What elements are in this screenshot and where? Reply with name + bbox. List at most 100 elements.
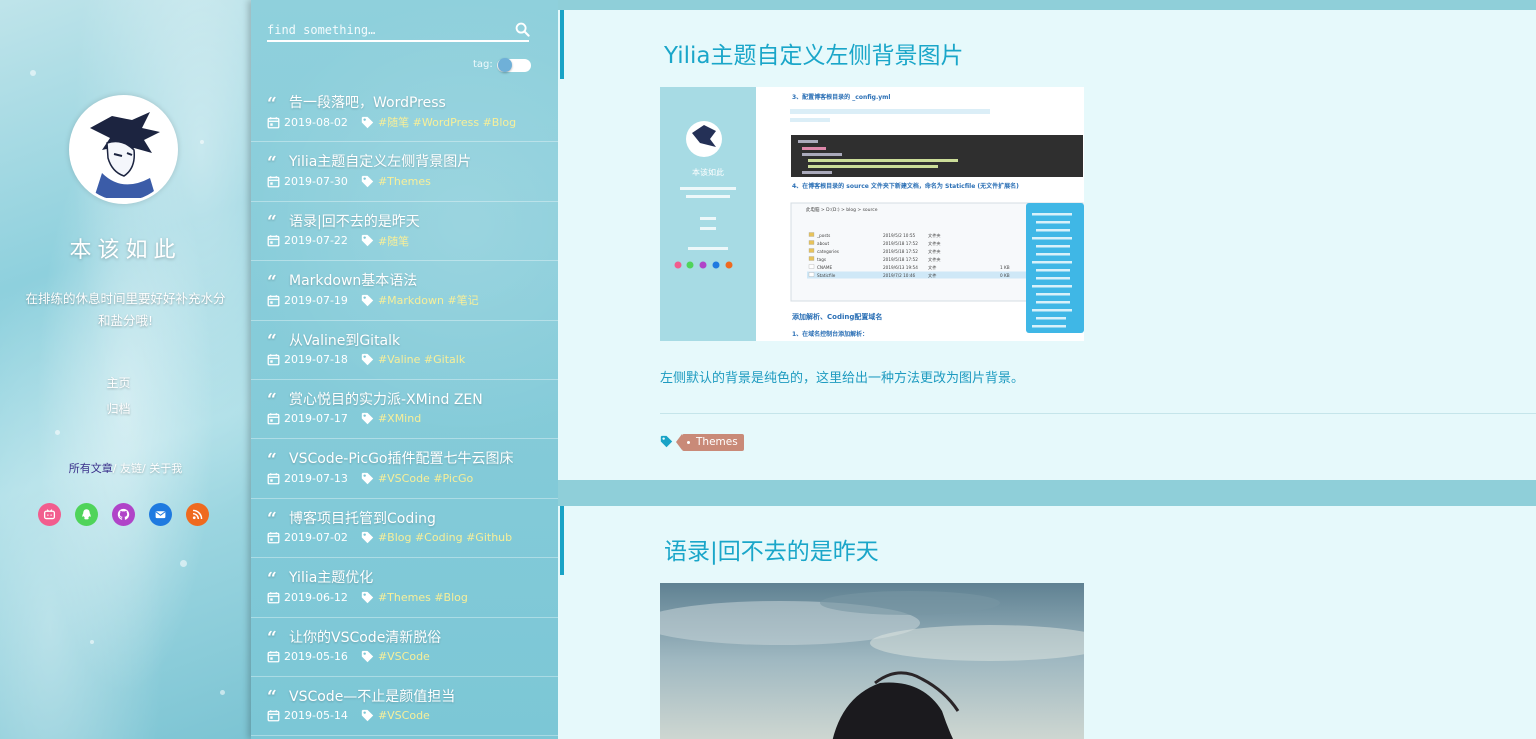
social-links — [38, 503, 209, 526]
post-date: 2019-07-22 — [284, 234, 348, 248]
post-title[interactable]: 赏心悦目的实力派-XMind ZEN — [289, 389, 483, 409]
post-list-panel: tag: “ 告一段落吧，WordPress 2019-08-02 #随笔 #Word… — [251, 0, 558, 739]
post-title[interactable]: 博客项目托管到Coding — [289, 508, 436, 528]
thumb-file-date: 2019/5/18 17:52 — [883, 241, 918, 246]
search-icon[interactable] — [515, 22, 530, 37]
post-title[interactable]: VSCode—不止是颜值担当 — [289, 686, 455, 706]
article-tag-themes[interactable]: Themes — [676, 434, 744, 451]
calendar-icon — [267, 354, 280, 366]
mail-button[interactable] — [149, 503, 172, 526]
post-list-item[interactable]: “ 语录|回不去的是昨天 2019-07-22 #随笔 — [251, 202, 558, 262]
nav-link-archive[interactable]: 归档 — [0, 400, 237, 417]
link-all-posts[interactable]: 所有文章 — [69, 462, 113, 475]
post-tags[interactable]: #随笔 #WordPress #Blog — [378, 114, 516, 130]
tag-toggle-label: tag: — [473, 59, 493, 70]
post-date: 2019-05-14 — [284, 709, 348, 723]
article-title[interactable]: Yilia主题自定义左侧背景图片 — [664, 36, 964, 70]
post-list-item[interactable]: “ Yilia主题优化 2019-06-12 #Themes #Blog — [251, 558, 558, 618]
post-meta-row: 2019-06-12 #Themes #Blog — [267, 587, 558, 607]
thumb-file-name: Staticfile — [817, 273, 836, 278]
nav-link-home[interactable]: 主页 — [0, 374, 237, 391]
thumb-file-name: tags — [817, 257, 826, 262]
search-input[interactable] — [267, 20, 529, 42]
thumb-file-type: 文件夹 — [928, 256, 941, 263]
tag-icon — [361, 353, 374, 366]
post-date: 2019-07-17 — [284, 412, 348, 426]
thumb-file-name: _posts — [816, 233, 830, 238]
post-date: 2019-06-12 — [284, 590, 348, 604]
thumb-file-type: 文件 — [928, 272, 936, 279]
post-tags[interactable]: #Themes #Blog — [378, 591, 468, 604]
file-icon — [808, 264, 815, 269]
post-date: 2019-08-02 — [284, 115, 348, 129]
post-list-item[interactable]: “ 告一段落吧，WordPress 2019-08-02 #随笔 #WordPress… — [251, 83, 558, 143]
post-title[interactable]: Yilia主题优化 — [289, 567, 373, 587]
post-title-row: “ 博客项目托管到Coding — [267, 508, 558, 529]
sparkle-decoration — [55, 430, 60, 435]
post-list-item[interactable]: “ 赏心悦目的实力派-XMind ZEN 2019-07-17 #XMind — [251, 380, 558, 440]
post-list-item[interactable]: “ Yilia主题自定义左侧背景图片 2019-07-30 #Themes — [251, 142, 558, 202]
site-title[interactable]: 本该如此 — [0, 232, 251, 264]
github-button[interactable] — [112, 503, 135, 526]
sparkle-decoration — [30, 70, 36, 76]
folder-icon — [808, 240, 815, 245]
post-title[interactable]: Yilia主题自定义左侧背景图片 — [289, 151, 471, 171]
post-title[interactable]: VSCode-PicGo插件配置七牛云图床 — [289, 448, 514, 468]
post-tags[interactable]: #VSCode #PicGo — [378, 472, 473, 485]
thumb-file-highlight — [807, 271, 1026, 279]
post-date: 2019-07-13 — [284, 471, 348, 485]
post-title-row: “ 告一段落吧，WordPress — [267, 92, 558, 114]
post-title[interactable]: 语录|回不去的是昨天 — [289, 211, 420, 231]
tag-toggle-switch[interactable] — [497, 58, 531, 72]
rss-button[interactable] — [186, 503, 209, 526]
post-date: 2019-05-16 — [284, 650, 348, 664]
article-title[interactable]: 语录|回不去的是昨天 — [664, 532, 879, 566]
bilibili-button[interactable] — [38, 503, 61, 526]
post-meta-row: 2019-08-02 #随笔 #WordPress #Blog — [267, 112, 558, 132]
post-tags[interactable]: #VSCode — [378, 650, 430, 663]
thumb-file-type: 文件 — [928, 264, 936, 271]
post-list-item[interactable]: “ VSCode-PicGo插件配置七牛云图床 2019-07-13 #VSCode … — [251, 439, 558, 499]
post-list-item[interactable]: “ VSCode—不止是颜值担当 2019-05-14 #VSCode — [251, 677, 558, 737]
tag-icon — [361, 413, 374, 425]
article-thumbnail[interactable] — [660, 583, 1084, 739]
post-title-row: “ 语录|回不去的是昨天 — [267, 211, 558, 233]
post-meta-row: 2019-05-14 #VSCode — [267, 706, 558, 726]
link-friends-about[interactable]: / 友链/ 关于我 — [113, 462, 182, 475]
calendar-icon — [267, 473, 280, 485]
article-thumbnail[interactable]: 本该如此 3、配置博客根目录的 _config.yml 4、在博客根目录的 so… — [660, 87, 1084, 341]
post-title-row: “ VSCode—不止是颜值担当 — [267, 686, 558, 707]
post-title-row: “ VSCode-PicGo插件配置七牛云图床 — [267, 448, 558, 470]
post-title[interactable]: 让你的VSCode清新脱俗 — [289, 627, 441, 647]
avatar-illustration — [72, 98, 175, 201]
sparkle-decoration — [90, 640, 94, 644]
post-list-item[interactable]: “ 让你的VSCode清新脱俗 2019-05-16 #VSCode — [251, 618, 558, 677]
post-title[interactable]: 从Valine到Gitalk — [289, 330, 400, 350]
post-meta-row: 2019-07-17 #XMind — [267, 409, 558, 429]
quote-icon: “ — [267, 212, 277, 233]
post-tags[interactable]: #Markdown #笔记 — [378, 292, 479, 308]
post-tags[interactable]: #随笔 — [378, 233, 409, 249]
post-title[interactable]: Markdown基本语法 — [289, 270, 417, 290]
post-tags[interactable]: #XMind — [378, 412, 421, 425]
qq-button[interactable] — [75, 503, 98, 526]
post-title[interactable]: 告一段落吧，WordPress — [289, 92, 446, 112]
thumb-file-name: CNAME — [817, 265, 833, 270]
thumb-file-date: 2019/7/2 10:46 — [883, 273, 916, 278]
post-date: 2019-07-19 — [284, 293, 348, 307]
post-tags[interactable]: #Blog #Coding #Github — [378, 531, 512, 544]
post-tags[interactable]: #VSCode — [378, 709, 430, 722]
mail-icon — [155, 511, 166, 519]
quote-icon: “ — [267, 449, 277, 470]
post-tags[interactable]: #Valine #Gitalk — [378, 353, 465, 366]
post-list-item[interactable]: “ 博客项目托管到Coding 2019-07-02 #Blog #Coding #G… — [251, 499, 558, 559]
article-card: 语录|回不去的是昨天 — [558, 506, 1536, 739]
sparkle-decoration — [200, 140, 204, 144]
post-list-item[interactable]: “ Markdown基本语法 2019-07-19 #Markdown #笔记 — [251, 261, 558, 321]
article-summary: 左侧默认的背景是纯色的，这里给出一种方法更改为图片背景。 — [660, 371, 1025, 386]
post-list-item[interactable]: “ 从Valine到Gitalk 2019-07-18 #Valine #Gitalk — [251, 321, 558, 380]
tag-icon — [361, 710, 374, 722]
avatar[interactable] — [69, 95, 178, 204]
toggle-knob[interactable] — [498, 58, 512, 72]
post-tags[interactable]: #Themes — [378, 175, 431, 188]
